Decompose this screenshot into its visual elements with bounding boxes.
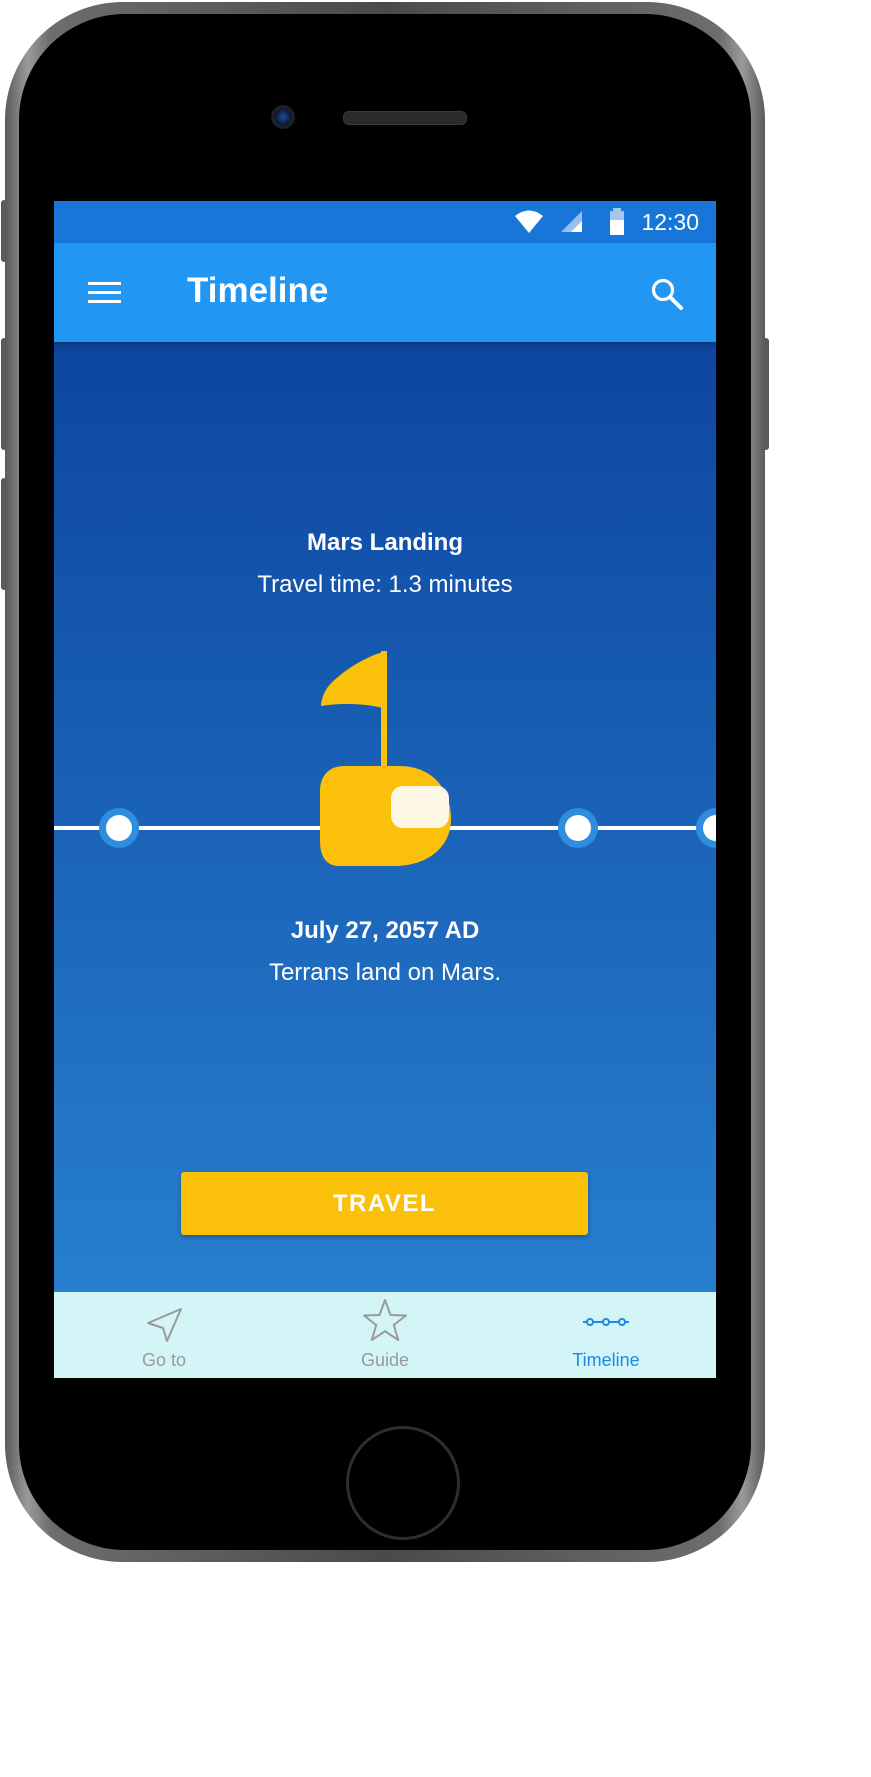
earpiece-speaker — [343, 111, 467, 125]
travel-button[interactable]: TRAVEL — [181, 1172, 588, 1235]
nav-label-timeline: Timeline — [572, 1350, 640, 1370]
nav-label-go-to: Go to — [141, 1350, 187, 1370]
status-bar: 12:30 — [54, 201, 716, 243]
volume-up-button — [1, 338, 7, 450]
page-title: Timeline — [187, 271, 329, 310]
battery-icon — [610, 208, 624, 235]
event-travel-time: Travel time: 1.3 minutes — [257, 571, 513, 598]
timeline-node[interactable] — [99, 808, 139, 848]
event-title: Mars Landing — [306, 529, 463, 556]
timeline-track — [54, 651, 716, 866]
wifi-icon — [515, 210, 543, 233]
star-icon — [363, 1299, 407, 1341]
flag-marker-icon[interactable] — [320, 651, 451, 866]
event-date: July 27, 2057 AD — [290, 917, 480, 944]
timeline-node[interactable] — [696, 808, 716, 848]
app-screen: 12:30 Timeline Mars Landing Travel time:… — [54, 201, 716, 1378]
mute-switch — [1, 200, 7, 262]
home-button[interactable] — [346, 1426, 460, 1540]
hamburger-menu-icon[interactable] — [88, 280, 122, 306]
event-description: Terrans land on Mars. — [268, 959, 502, 986]
nav-item-go-to[interactable]: Go to — [54, 1292, 274, 1378]
timeline-node[interactable] — [558, 808, 598, 848]
app-bar: Timeline — [54, 243, 716, 342]
volume-down-button — [1, 478, 7, 590]
cellular-signal-icon — [561, 211, 582, 232]
power-button — [763, 338, 769, 450]
bottom-navigation: Go to Guide Timeline — [54, 1292, 716, 1378]
nav-item-guide[interactable]: Guide — [275, 1292, 495, 1378]
front-camera — [271, 105, 295, 129]
search-icon[interactable] — [650, 277, 684, 311]
nav-item-timeline[interactable]: Timeline — [496, 1292, 716, 1378]
nav-label-guide: Guide — [360, 1350, 410, 1370]
navigation-arrow-icon — [147, 1308, 182, 1342]
timeline-icon — [583, 1318, 629, 1326]
status-time: 12:30 — [641, 209, 699, 235]
